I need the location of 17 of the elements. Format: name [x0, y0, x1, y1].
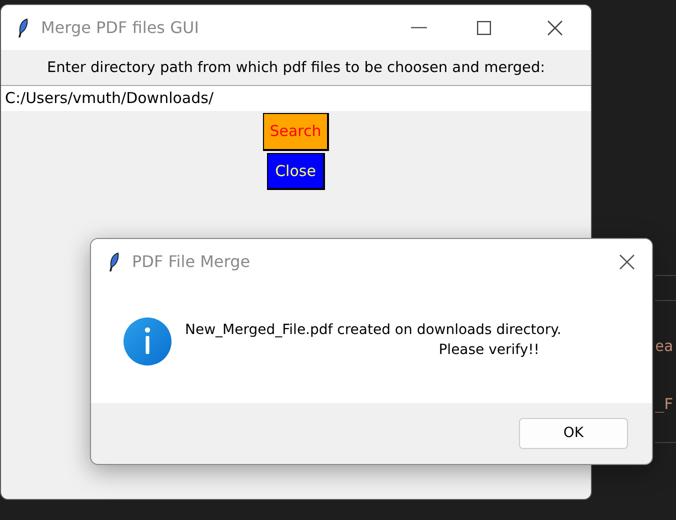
ok-button[interactable]: OK	[519, 418, 628, 449]
close-button[interactable]: Close	[267, 152, 325, 190]
path-field[interactable]: C:/Users/vmuth/Downloads/	[1, 84, 591, 111]
close-icon[interactable]	[619, 254, 635, 270]
code-text: ea	[655, 337, 674, 355]
maximize-icon[interactable]	[477, 20, 491, 34]
close-icon[interactable]	[547, 20, 563, 36]
feather-icon	[108, 252, 120, 272]
message-text: Please verify!!	[438, 341, 540, 360]
window-title: Merge PDF files GUI	[41, 16, 199, 38]
dialog-title: PDF File Merge	[132, 251, 250, 273]
message-text: New_Merged_File.pdf created on downloads directory.	[185, 321, 562, 340]
info-icon	[123, 317, 172, 366]
prompt-label: Enter directory path from which pdf files to be choosen and merged:	[46, 59, 546, 78]
code-text: _F	[655, 395, 674, 413]
feather-icon	[17, 18, 29, 38]
minimize-icon[interactable]	[411, 26, 427, 28]
